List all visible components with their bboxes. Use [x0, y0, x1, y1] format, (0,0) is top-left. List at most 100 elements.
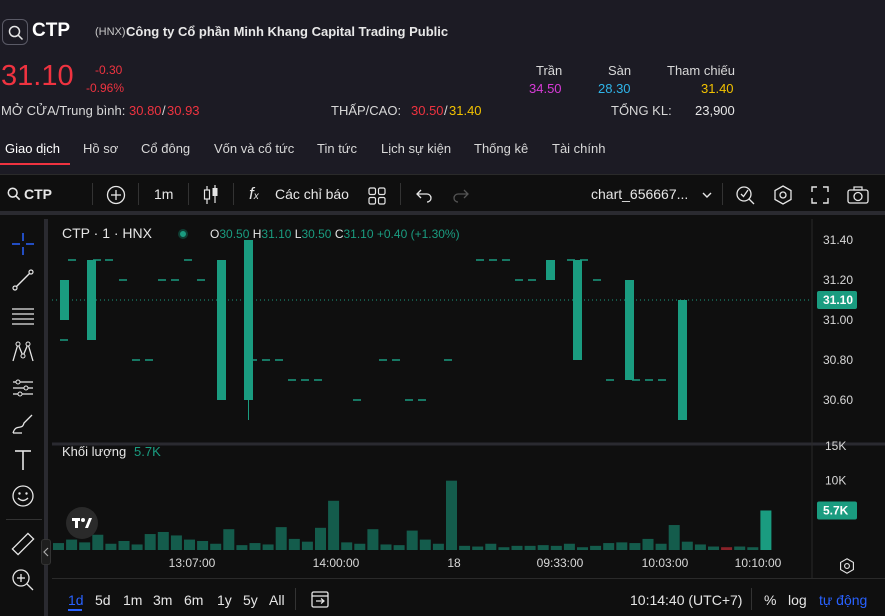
- date-range-icon[interactable]: [310, 589, 330, 609]
- brush-icon[interactable]: [10, 411, 36, 437]
- tab-events[interactable]: Lịch sự kiện: [381, 141, 451, 156]
- market-status-dot: [178, 229, 188, 239]
- chevron-down-icon[interactable]: [701, 190, 713, 200]
- compare-add-icon[interactable]: [106, 185, 126, 205]
- open-avg-separator: /: [162, 103, 166, 118]
- tradingview-logo[interactable]: [66, 507, 98, 539]
- volume-bar: [79, 542, 91, 550]
- close-legend-value: 31.10: [343, 227, 374, 241]
- volume-bar: [498, 547, 510, 550]
- volume-bar: [275, 527, 287, 550]
- tab-financials[interactable]: Tài chính: [552, 141, 605, 156]
- chart-settings-icon[interactable]: [839, 558, 855, 574]
- text-icon[interactable]: [10, 447, 36, 473]
- percent-scale-button[interactable]: %: [764, 592, 776, 608]
- candle-body: [546, 260, 555, 280]
- toolbar-divider: [233, 183, 234, 205]
- zoom-in-icon[interactable]: [10, 567, 36, 593]
- open-label: O: [210, 227, 220, 241]
- reference-label: Tham chiếu: [667, 63, 735, 78]
- fullscreen-icon[interactable]: [811, 186, 829, 204]
- crosshair-icon[interactable]: [10, 231, 36, 257]
- layout-grid-icon[interactable]: [368, 187, 386, 205]
- redo-icon[interactable]: [452, 187, 470, 203]
- range-5d[interactable]: 5d: [95, 592, 111, 608]
- tab-capital-dividends[interactable]: Vốn và cổ tức: [214, 141, 294, 156]
- quick-search-icon[interactable]: [734, 184, 756, 206]
- indicators-button[interactable]: Các chỉ báo: [275, 186, 349, 202]
- camera-icon[interactable]: [847, 186, 869, 204]
- auto-scale-button[interactable]: tự động: [819, 592, 867, 608]
- range-1d[interactable]: 1d: [68, 592, 84, 608]
- range-1m[interactable]: 1m: [123, 592, 142, 608]
- ruler-icon[interactable]: [10, 531, 36, 557]
- reference-value: 31.40: [701, 81, 734, 96]
- collapse-toolbar-button[interactable]: [41, 539, 51, 565]
- ohlc-legend: O30.50 H31.10 L30.50 C31.10 +0.40 (+1.30…: [210, 227, 460, 241]
- search-icon[interactable]: [7, 187, 21, 201]
- exchange-label: (HNX): [95, 26, 126, 38]
- volume-bar: [472, 546, 484, 550]
- settings-icon[interactable]: [773, 185, 793, 205]
- symbol-search-button[interactable]: [2, 19, 28, 45]
- volume-bar: [419, 539, 431, 550]
- indicators-icon[interactable]: fx: [249, 184, 259, 204]
- candles-icon[interactable]: [201, 184, 221, 206]
- range-6m[interactable]: 6m: [184, 592, 203, 608]
- low-high-separator: /: [444, 103, 448, 118]
- total-volume-value: 23,900: [695, 103, 735, 118]
- close-label: C: [334, 227, 344, 241]
- chart-symbol[interactable]: CTP: [24, 186, 52, 202]
- tab-statistics[interactable]: Thống kê: [474, 141, 528, 156]
- prediction-icon[interactable]: [10, 375, 36, 401]
- high-value: 31.40: [449, 103, 482, 118]
- tab-news[interactable]: Tin tức: [317, 141, 357, 156]
- toolbar-divider: [92, 183, 93, 205]
- volume-bar: [170, 535, 182, 550]
- tab-shareholders[interactable]: Cổ đông: [141, 141, 190, 156]
- toolbar-divider: [400, 183, 401, 205]
- layout-name-button[interactable]: chart_656667...: [591, 186, 688, 202]
- tool-divider: [6, 519, 42, 520]
- ticker-symbol: CTP: [32, 20, 70, 41]
- time-axis-label: 18: [447, 556, 461, 570]
- volume-bar: [563, 543, 575, 550]
- average-value: 30.93: [167, 103, 200, 118]
- volume-bar: [485, 543, 497, 550]
- chart-canvas[interactable]: 31.40 31.20 31.00 30.80 30.60 31.10 15K 10K 5.7K…: [52, 219, 885, 579]
- floor-value: 28.30: [598, 81, 631, 96]
- volume-bar: [105, 543, 117, 550]
- company-name: Công ty Cổ phần Minh Khang Capital Tradi…: [126, 24, 449, 39]
- tab-profile[interactable]: Hồ sơ: [83, 141, 118, 156]
- time-axis-label: 09:33:00: [537, 556, 584, 570]
- volume-bar: [184, 539, 195, 550]
- pattern-icon[interactable]: [10, 339, 36, 365]
- volume-legend-label: Khối lượng: [62, 444, 127, 459]
- range-all[interactable]: All: [269, 592, 285, 608]
- trend-line-icon[interactable]: [10, 267, 36, 293]
- range-3m[interactable]: 3m: [153, 592, 172, 608]
- floor-label: Sàn: [608, 63, 632, 78]
- low-legend-value: 30.50: [301, 227, 332, 241]
- candle-body: [573, 260, 582, 360]
- interval-button[interactable]: 1m: [154, 186, 173, 202]
- range-1y[interactable]: 1y: [217, 592, 232, 608]
- low-value: 30.50: [411, 103, 444, 118]
- price-chart[interactable]: 31.40 31.20 31.00 30.80 30.60 31.10 15K 10K 5.7K…: [52, 219, 885, 616]
- ceiling-value: 34.50: [529, 81, 562, 96]
- volume-bar: [157, 531, 169, 550]
- volume-bar: [681, 541, 693, 550]
- log-scale-button[interactable]: log: [788, 592, 807, 608]
- clock-time[interactable]: 10:14:40 (UTC+7): [630, 592, 742, 608]
- volume-bar: [590, 545, 602, 550]
- tab-trading[interactable]: Giao dịch: [5, 141, 60, 156]
- toolbar-divider: [188, 183, 189, 205]
- volume-bar: [262, 544, 274, 550]
- volume-bar: [367, 529, 379, 550]
- range-5y[interactable]: 5y: [243, 592, 258, 608]
- undo-icon[interactable]: [415, 187, 433, 203]
- tradingview-logo-icon: [72, 518, 92, 528]
- emoji-icon[interactable]: [10, 483, 36, 509]
- fib-retracement-icon[interactable]: [10, 303, 36, 329]
- volume-bar: [642, 538, 654, 550]
